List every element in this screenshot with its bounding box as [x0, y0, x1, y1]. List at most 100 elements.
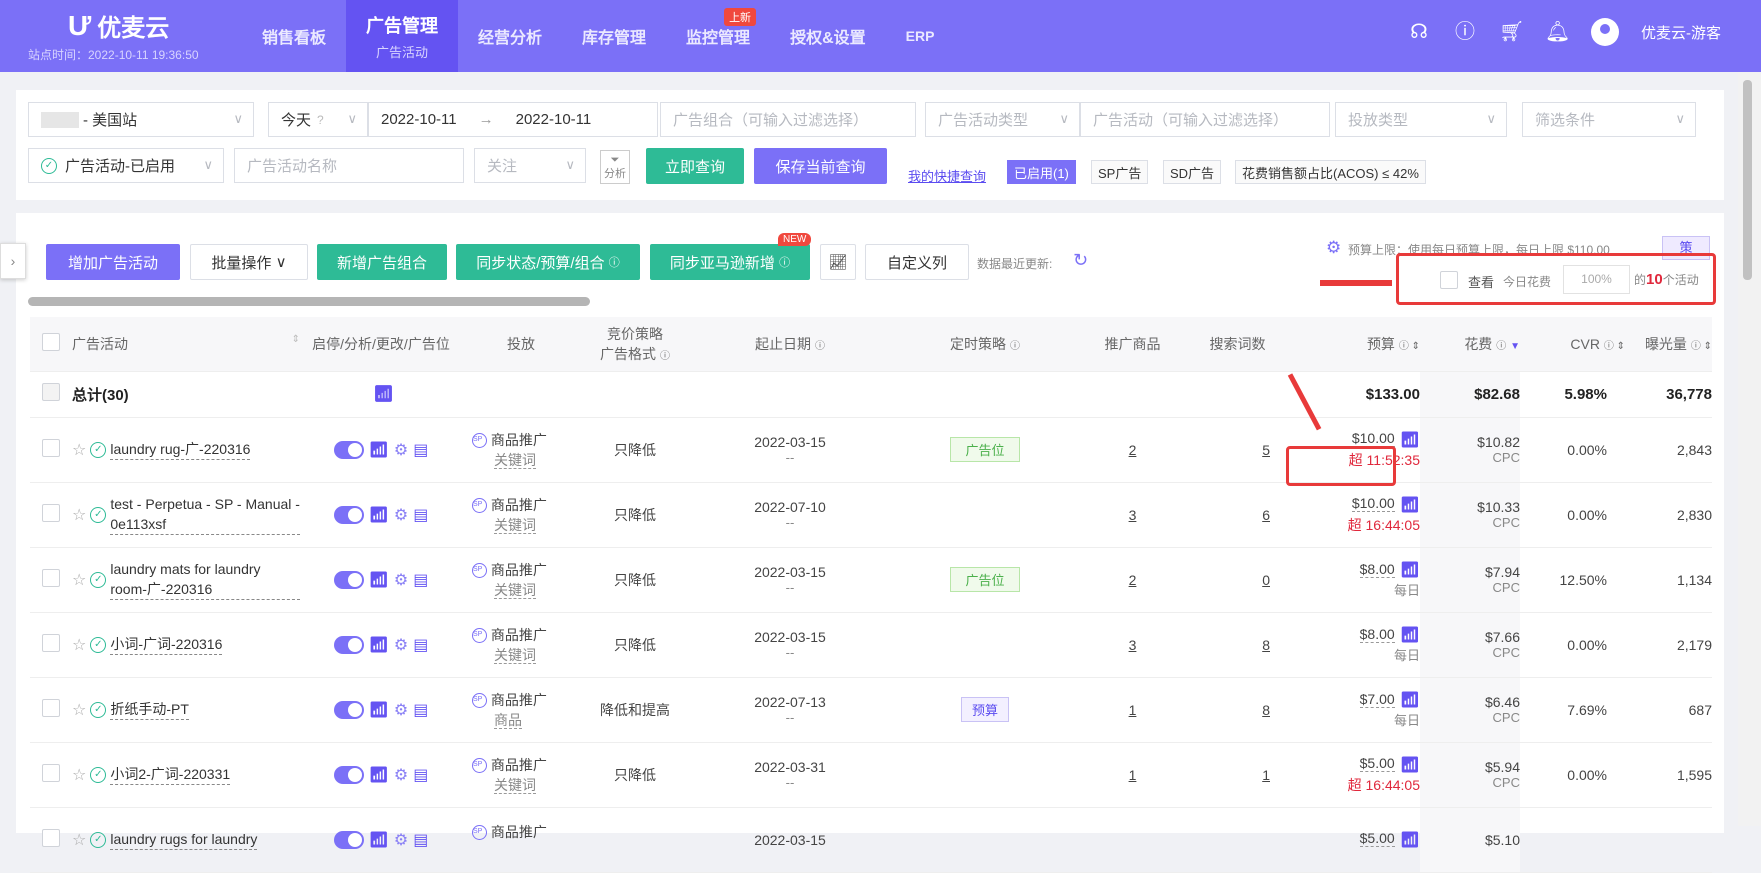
chart-icon[interactable]: 📈︎: [820, 244, 856, 280]
add-campaign-button[interactable]: 增加广告活动: [46, 244, 180, 280]
document-icon[interactable]: ▤: [413, 505, 428, 525]
document-icon[interactable]: ▤: [413, 635, 428, 655]
schedule-tag[interactable]: 广告位: [950, 567, 1020, 592]
nav-inventory[interactable]: 库存管理: [562, 0, 666, 72]
campaign-select[interactable]: 广告活动（可输入过滤选择）: [1080, 102, 1330, 137]
star-icon[interactable]: ☆: [72, 635, 86, 655]
search-terms-link[interactable]: 1: [1262, 767, 1270, 783]
gear-icon[interactable]: ⚙: [394, 700, 408, 720]
products-count-link[interactable]: 2: [1129, 442, 1137, 458]
enable-toggle[interactable]: [333, 765, 364, 784]
analysis-chart-icon[interactable]: 📶︎: [369, 765, 389, 785]
quick-tag-sd[interactable]: SD广告: [1163, 160, 1222, 184]
campaign-name-link[interactable]: 小词-广词-220316: [110, 634, 223, 655]
products-count-link[interactable]: 3: [1129, 637, 1137, 653]
refresh-icon[interactable]: ↻: [1073, 250, 1088, 271]
campaign-name-link[interactable]: 折纸手动-PT: [110, 699, 189, 720]
quick-tag-enabled[interactable]: 已启用(1): [1007, 160, 1076, 184]
row-checkbox[interactable]: [42, 439, 60, 457]
row-checkbox[interactable]: [42, 699, 60, 717]
analysis-chart-icon[interactable]: 📶︎: [369, 700, 389, 720]
document-icon[interactable]: ▤: [413, 765, 428, 785]
row-checkbox[interactable]: [42, 829, 60, 847]
budget-chart-icon[interactable]: 📶︎: [1400, 495, 1420, 515]
products-count-link[interactable]: 1: [1129, 702, 1137, 718]
star-icon[interactable]: ☆: [72, 700, 86, 720]
budget-chart-icon[interactable]: 📶︎: [1400, 625, 1420, 645]
enable-toggle[interactable]: [333, 505, 364, 524]
custom-columns-button[interactable]: 自定义列: [865, 244, 969, 280]
nav-auth-settings[interactable]: 授权&设置: [770, 0, 886, 72]
budget-value[interactable]: $8.00: [1359, 625, 1395, 643]
search-terms-link[interactable]: 5: [1262, 442, 1270, 458]
schedule-tag[interactable]: 广告位: [950, 437, 1020, 462]
analysis-chart-icon[interactable]: 📶︎: [369, 505, 389, 525]
horizontal-scrollbar[interactable]: [28, 297, 590, 306]
nav-business-analysis[interactable]: 经营分析: [458, 0, 562, 72]
analysis-chart-icon[interactable]: 📶︎: [369, 440, 389, 460]
budget-chart-icon[interactable]: 📶︎: [1400, 560, 1420, 580]
date-range-picker[interactable]: 2022-10-11 → 2022-10-11: [368, 102, 658, 137]
document-icon[interactable]: ▤: [413, 440, 428, 460]
search-terms-link[interactable]: 8: [1262, 702, 1270, 718]
col-budget[interactable]: 预算 ⓘ ⇕: [1290, 317, 1420, 372]
star-icon[interactable]: ☆: [72, 440, 86, 460]
budget-value[interactable]: $10.00: [1351, 495, 1395, 513]
enable-toggle[interactable]: [333, 830, 364, 849]
row-checkbox[interactable]: [42, 634, 60, 652]
sync-status-button[interactable]: 同步状态/预算/组合 ⓘ: [456, 244, 640, 280]
budget-chart-icon[interactable]: 📶︎: [1400, 430, 1420, 450]
gear-icon[interactable]: ⚙: [394, 570, 408, 590]
follow-select[interactable]: 关注 ∨: [474, 148, 586, 183]
campaign-type-select[interactable]: 广告活动类型 ∨: [925, 102, 1080, 137]
enable-toggle[interactable]: [333, 570, 364, 589]
targeting-link[interactable]: 关键词: [494, 776, 536, 794]
expand-sidebar-button[interactable]: ›: [0, 243, 26, 279]
gear-icon[interactable]: ⚙: [394, 765, 408, 785]
budget-chart-icon[interactable]: 📶︎: [1400, 830, 1420, 850]
row-checkbox[interactable]: [42, 764, 60, 782]
budget-value[interactable]: $10.00: [1351, 430, 1395, 448]
help-icon[interactable]: ⓘ: [1453, 20, 1477, 44]
document-icon[interactable]: ▤: [413, 570, 428, 590]
nav-sales-dashboard[interactable]: 销售看板: [242, 0, 346, 72]
star-icon[interactable]: ☆: [72, 570, 86, 590]
targeting-link[interactable]: 关键词: [494, 581, 536, 599]
gear-icon[interactable]: ⚙: [394, 635, 408, 655]
budget-chart-icon[interactable]: 📶︎: [1400, 690, 1420, 710]
user-name[interactable]: 优麦云-游客: [1641, 22, 1721, 43]
bell-icon[interactable]: 🔔︎: [1545, 20, 1570, 44]
ad-group-select[interactable]: 广告组合（可输入过滤选择）: [660, 102, 916, 137]
period-select[interactable]: 今天? ∨: [268, 102, 368, 137]
campaign-name-link[interactable]: 小词2-广词-220331: [110, 764, 231, 785]
star-icon[interactable]: ☆: [72, 830, 86, 850]
gear-icon[interactable]: ⚙: [394, 830, 408, 850]
row-checkbox[interactable]: [42, 569, 60, 587]
document-icon[interactable]: ▤: [413, 700, 428, 720]
search-terms-link[interactable]: 0: [1262, 572, 1270, 588]
nav-sub-ad-campaign[interactable]: 广告活动: [376, 42, 428, 61]
nav-ad-management[interactable]: 广告管理 广告活动: [346, 0, 459, 72]
campaign-name-link[interactable]: laundry rug-广-220316: [110, 439, 251, 460]
col-cvr[interactable]: CVR ⓘ ⇕: [1520, 317, 1625, 372]
schedule-tag[interactable]: 预算: [960, 697, 1009, 722]
analysis-chart-icon[interactable]: 📶︎: [369, 830, 389, 850]
status-select[interactable]: ✓ 广告活动-已启用 ∨: [28, 148, 224, 183]
search-terms-link[interactable]: 6: [1262, 507, 1270, 523]
budget-value[interactable]: $5.00: [1359, 755, 1395, 773]
gear-icon[interactable]: ⚙: [394, 505, 408, 525]
analysis-chart-icon[interactable]: 📶︎: [369, 570, 389, 590]
query-button[interactable]: 立即查询: [646, 148, 744, 184]
gear-icon[interactable]: ⚙: [1326, 238, 1341, 258]
products-count-link[interactable]: 2: [1129, 572, 1137, 588]
nav-monitoring[interactable]: 监控管理 上新: [666, 0, 770, 72]
save-query-button[interactable]: 保存当前查询: [754, 148, 887, 184]
quick-query-link[interactable]: 我的快捷查询: [908, 166, 986, 185]
document-icon[interactable]: ▤: [413, 830, 428, 850]
vertical-scrollbar-thumb[interactable]: [1743, 80, 1752, 280]
targeting-type-select[interactable]: 投放类型 ∨: [1335, 102, 1507, 137]
new-ad-group-button[interactable]: 新增广告组合: [317, 244, 447, 280]
targeting-link[interactable]: 关键词: [494, 451, 536, 469]
row-checkbox[interactable]: [42, 504, 60, 522]
col-spend[interactable]: 花费 ⓘ ▼: [1420, 317, 1520, 372]
